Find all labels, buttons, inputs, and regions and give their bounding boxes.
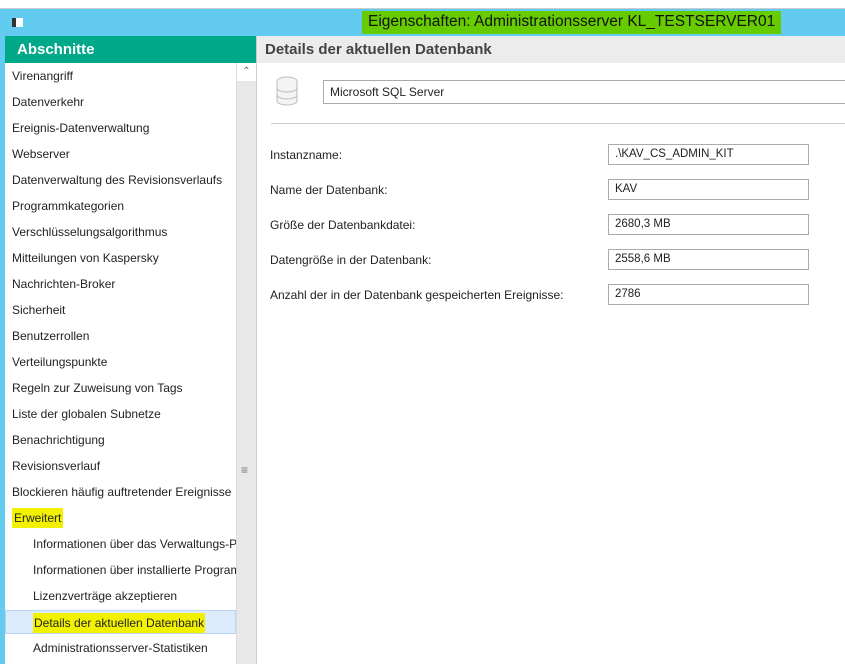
sidebar-item[interactable]: Revisionsverlauf bbox=[5, 454, 236, 478]
sections-sidebar: Abschnitte Virenangriff Datenverkehr Ereig… bbox=[0, 36, 256, 664]
sidebar-item-label: Programmkategorien bbox=[12, 199, 125, 213]
sidebar-item[interactable]: Sicherheit bbox=[5, 298, 236, 322]
field-value[interactable]: 2558,6 MB bbox=[608, 249, 809, 270]
divider bbox=[271, 123, 845, 124]
sidebar-item-label: Ereignis-Datenverwaltung bbox=[12, 121, 150, 135]
sidebar-item[interactable]: Erweitert bbox=[5, 506, 236, 530]
sidebar-subitem-label: Informationen über das Verwaltungs-Pl bbox=[33, 537, 236, 551]
field-value[interactable]: 2786 bbox=[608, 284, 809, 305]
field-label: Name der Datenbank: bbox=[270, 183, 388, 197]
sidebar-item-label: Verteilungspunkte bbox=[12, 355, 108, 369]
scroll-grip-icon[interactable]: ≡ bbox=[241, 463, 248, 477]
sidebar-item[interactable]: Regeln zur Zuweisung von Tags bbox=[5, 376, 236, 400]
sidebar-item[interactable]: Nachrichten-Broker bbox=[5, 272, 236, 296]
sidebar-item-label: Nachrichten-Broker bbox=[12, 277, 116, 291]
sidebar-item-label: Benachrichtigung bbox=[12, 433, 105, 447]
database-provider-field[interactable]: Microsoft SQL Server bbox=[323, 80, 845, 104]
sidebar-item[interactable]: Benutzerrollen bbox=[5, 324, 236, 348]
sidebar-item[interactable]: Liste der globalen Subnetze bbox=[5, 402, 236, 426]
window-title: Eigenschaften: Administrationsserver KL_… bbox=[362, 11, 782, 34]
top-strip bbox=[0, 0, 845, 9]
sidebar-item-label: Regeln zur Zuweisung von Tags bbox=[12, 381, 183, 395]
field-value[interactable]: KAV bbox=[608, 179, 809, 200]
page-title: Details der aktuellen Datenbank bbox=[257, 36, 845, 63]
sidebar-subitem[interactable]: Informationen über das Verwaltungs-Pl bbox=[5, 532, 236, 556]
sidebar-subitem[interactable]: Lizenzverträge akzeptieren bbox=[5, 584, 236, 608]
sidebar-item-label: Erweitert bbox=[12, 508, 64, 528]
sidebar-subitem-label: Administrationsserver-Statistiken bbox=[33, 641, 208, 655]
database-icon bbox=[276, 76, 298, 106]
field-label: Instanzname: bbox=[270, 148, 343, 162]
sidebar-item[interactable]: Datenverwaltung des Revisionsverlaufs bbox=[5, 168, 236, 192]
sidebar-item[interactable]: Ereignis-Datenverwaltung bbox=[5, 116, 236, 140]
sidebar-scrollbar[interactable]: ⌃ ≡ bbox=[236, 63, 256, 664]
sidebar-item-label: Datenverkehr bbox=[12, 95, 85, 109]
sidebar-item-label: Liste der globalen Subnetze bbox=[12, 407, 161, 421]
sidebar-item-label: Blockieren häufig auftretender Ereigniss… bbox=[12, 485, 232, 499]
sidebar-subitem-label: Informationen über installierte Program bbox=[33, 563, 236, 577]
sidebar-subitem[interactable]: Informationen über installierte Program bbox=[5, 558, 236, 582]
sidebar-subitem-label: Lizenzverträge akzeptieren bbox=[33, 589, 178, 603]
sidebar-item[interactable]: Blockieren häufig auftretender Ereigniss… bbox=[5, 480, 236, 504]
sidebar-subitem[interactable]: Administrationsserver-Statistiken bbox=[5, 636, 236, 660]
sidebar-subitem[interactable]: Details der aktuellen Datenbank bbox=[5, 610, 236, 634]
sidebar-item-label: Webserver bbox=[12, 147, 70, 161]
window-icon bbox=[12, 18, 23, 27]
sidebar-item-label: Benutzerrollen bbox=[12, 329, 90, 343]
sidebar-item-label: Revisionsverlauf bbox=[12, 459, 101, 473]
field-label: Datengröße in der Datenbank: bbox=[270, 253, 432, 267]
sidebar-item[interactable]: Webserver bbox=[5, 142, 236, 166]
sidebar-item-label: Mitteilungen von Kaspersky bbox=[12, 251, 159, 265]
main-panel: Details der aktuellen Datenbank Microsof… bbox=[256, 36, 845, 664]
field-label: Anzahl der in der Datenbank gespeicherte… bbox=[270, 288, 564, 302]
sidebar-item[interactable]: Benachrichtigung bbox=[5, 428, 236, 452]
title-bar: Eigenschaften: Administrationsserver KL_… bbox=[0, 9, 845, 36]
scroll-up-button[interactable]: ⌃ bbox=[237, 63, 256, 81]
sidebar-item[interactable]: Programmkategorien bbox=[5, 194, 236, 218]
sidebar-item-label: Datenverwaltung des Revisionsverlaufs bbox=[12, 173, 223, 187]
sidebar-item-label: Sicherheit bbox=[12, 303, 66, 317]
sidebar-item[interactable]: Verteilungspunkte bbox=[5, 350, 236, 374]
sidebar-item[interactable]: Verschlüsselungsalgorithmus bbox=[5, 220, 236, 244]
sidebar-subitem-label: Details der aktuellen Datenbank bbox=[33, 613, 206, 633]
sidebar-header: Abschnitte bbox=[5, 36, 256, 63]
field-value[interactable]: .\KAV_CS_ADMIN_KIT bbox=[608, 144, 809, 165]
field-value[interactable]: 2680,3 MB bbox=[608, 214, 809, 235]
field-label: Größe der Datenbankdatei: bbox=[270, 218, 416, 232]
sidebar-item[interactable]: Virenangriff bbox=[5, 64, 236, 88]
sidebar-item[interactable]: Datenverkehr bbox=[5, 90, 236, 114]
sidebar-item-label: Virenangriff bbox=[12, 69, 73, 83]
sidebar-item-label: Verschlüsselungsalgorithmus bbox=[12, 225, 168, 239]
sidebar-item[interactable]: Mitteilungen von Kaspersky bbox=[5, 246, 236, 270]
